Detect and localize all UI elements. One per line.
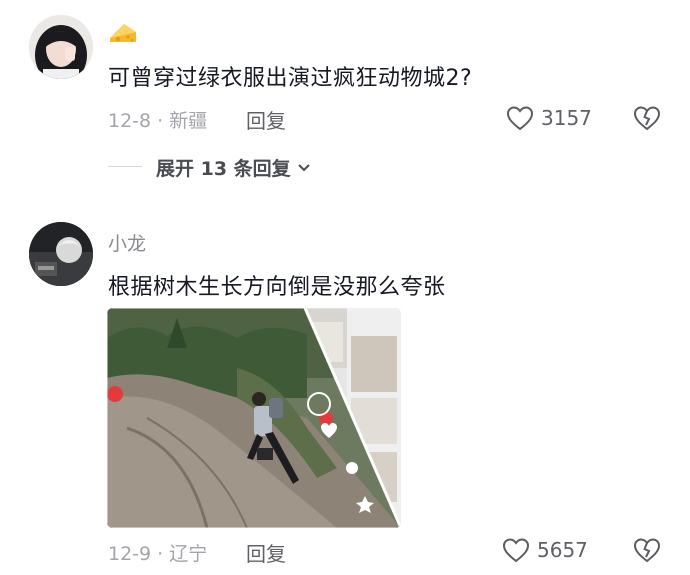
reply-button[interactable]: 回复 [246, 105, 286, 134]
comment-text: 根据树木生长方向倒是没那么夸张 [108, 275, 446, 300]
like-count: 5657 [537, 538, 588, 562]
comment-text: 可曾穿过绿衣服出演过疯狂动物城2? [108, 66, 473, 91]
heart-outline-icon [506, 106, 534, 131]
broken-heart-icon [633, 106, 661, 131]
level-badge [108, 20, 138, 48]
dislike-button[interactable] [632, 536, 662, 568]
like-count: 3157 [541, 106, 592, 130]
comment-date-location: 12-9 · 辽宁 [108, 543, 208, 565]
dislike-button[interactable] [632, 104, 662, 136]
comment-image[interactable] [107, 308, 401, 528]
reply-button[interactable]: 回复 [246, 538, 286, 567]
avatar[interactable] [29, 222, 93, 286]
cheese-badge-icon [110, 24, 136, 42]
broken-heart-icon [633, 538, 661, 563]
avatar[interactable] [29, 15, 93, 79]
expand-replies-label: 展开 13 条回复 [156, 158, 291, 180]
heart-outline-icon [502, 538, 530, 563]
chevron-down-icon [297, 163, 310, 171]
expand-divider [108, 166, 142, 167]
like-button[interactable]: 5657 [501, 536, 588, 564]
comment-date-location: 12-8 · 新疆 [108, 110, 208, 132]
expand-replies-button[interactable]: 展开 13 条回复 [156, 154, 313, 181]
like-button[interactable]: 3157 [505, 104, 592, 132]
username[interactable]: 小龙 [108, 229, 146, 256]
